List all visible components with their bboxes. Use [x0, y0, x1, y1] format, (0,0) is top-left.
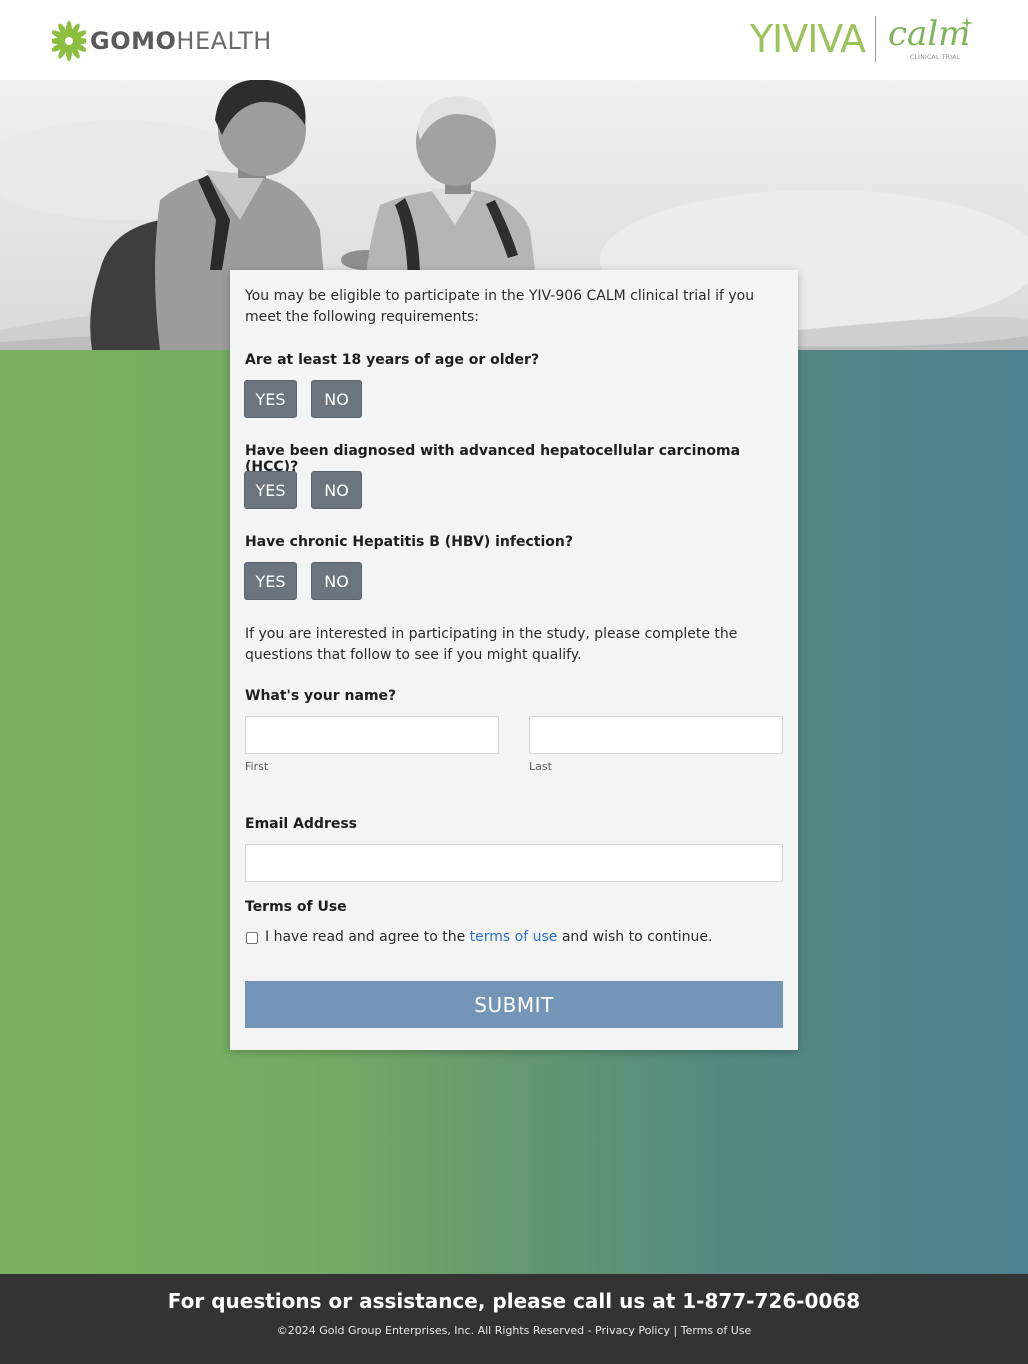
site-header: GOMOHEALTH YIVIVA calm CLINICAL TRIAL	[0, 0, 1028, 80]
calm-wordmark: calm	[888, 14, 971, 54]
gomo-flower-icon	[52, 21, 86, 61]
yiviva-wordmark: YIVIVA	[749, 17, 866, 61]
eligibility-form: You may be eligible to participate in th…	[230, 270, 798, 1050]
hbv-no-button[interactable]: NO	[311, 562, 362, 600]
gomo-health-logo[interactable]: GOMOHEALTH	[52, 18, 272, 64]
question-age-label: Are at least 18 years of age or older?	[245, 352, 540, 368]
interest-text: If you are interested in participating i…	[245, 626, 738, 663]
question-hbv-answers: YES NO	[244, 562, 362, 600]
question-age-answers: YES NO	[244, 380, 362, 418]
leaf-sparkle-icon	[960, 16, 974, 30]
site-footer: For questions or assistance, please call…	[0, 1274, 1028, 1364]
terms-post-text: and wish to continue.	[557, 929, 713, 945]
intro-text: You may be eligible to participate in th…	[245, 288, 755, 325]
terms-agreement-text: I have read and agree to the terms of us…	[265, 929, 712, 945]
terms-of-use-link[interactable]: terms of use	[470, 929, 558, 945]
terms-pre-text: I have read and agree to the	[265, 929, 470, 945]
hbv-yes-button[interactable]: YES	[244, 562, 297, 600]
calm-subtitle: CLINICAL TRIAL	[910, 54, 961, 61]
last-name-input[interactable]	[529, 716, 783, 754]
age-yes-button[interactable]: YES	[244, 380, 297, 418]
name-label: What's your name?	[245, 688, 397, 704]
terms-checkbox[interactable]	[246, 932, 258, 944]
gomo-health-wordmark: GOMOHEALTH	[90, 27, 272, 55]
email-label: Email Address	[245, 816, 358, 832]
footer-phone-text: For questions or assistance, please call…	[167, 1289, 861, 1313]
calm-logo: calm CLINICAL TRIAL	[888, 14, 980, 64]
last-name-sublabel: Last	[529, 760, 552, 773]
age-no-button[interactable]: NO	[311, 380, 362, 418]
question-hbv-label: Have chronic Hepatitis B (HBV) infection…	[245, 534, 573, 550]
gomo-wordmark-light: HEALTH	[176, 27, 272, 55]
first-name-sublabel: First	[245, 760, 269, 773]
hcc-yes-button[interactable]: YES	[244, 471, 297, 509]
hcc-no-button[interactable]: NO	[311, 471, 362, 509]
footer-copyright: ©2024 Gold Group Enterprises, Inc. All R…	[276, 1324, 752, 1337]
submit-button[interactable]: SUBMIT	[245, 981, 783, 1028]
logo-divider	[875, 16, 876, 62]
terms-heading: Terms of Use	[245, 899, 347, 915]
question-hcc-answers: YES NO	[244, 471, 362, 509]
yiviva-calm-logo[interactable]: YIVIVA calm CLINICAL TRIAL	[750, 14, 980, 64]
first-name-input[interactable]	[245, 716, 499, 754]
gomo-wordmark-bold: GOMO	[90, 27, 177, 55]
email-input[interactable]	[245, 844, 783, 882]
